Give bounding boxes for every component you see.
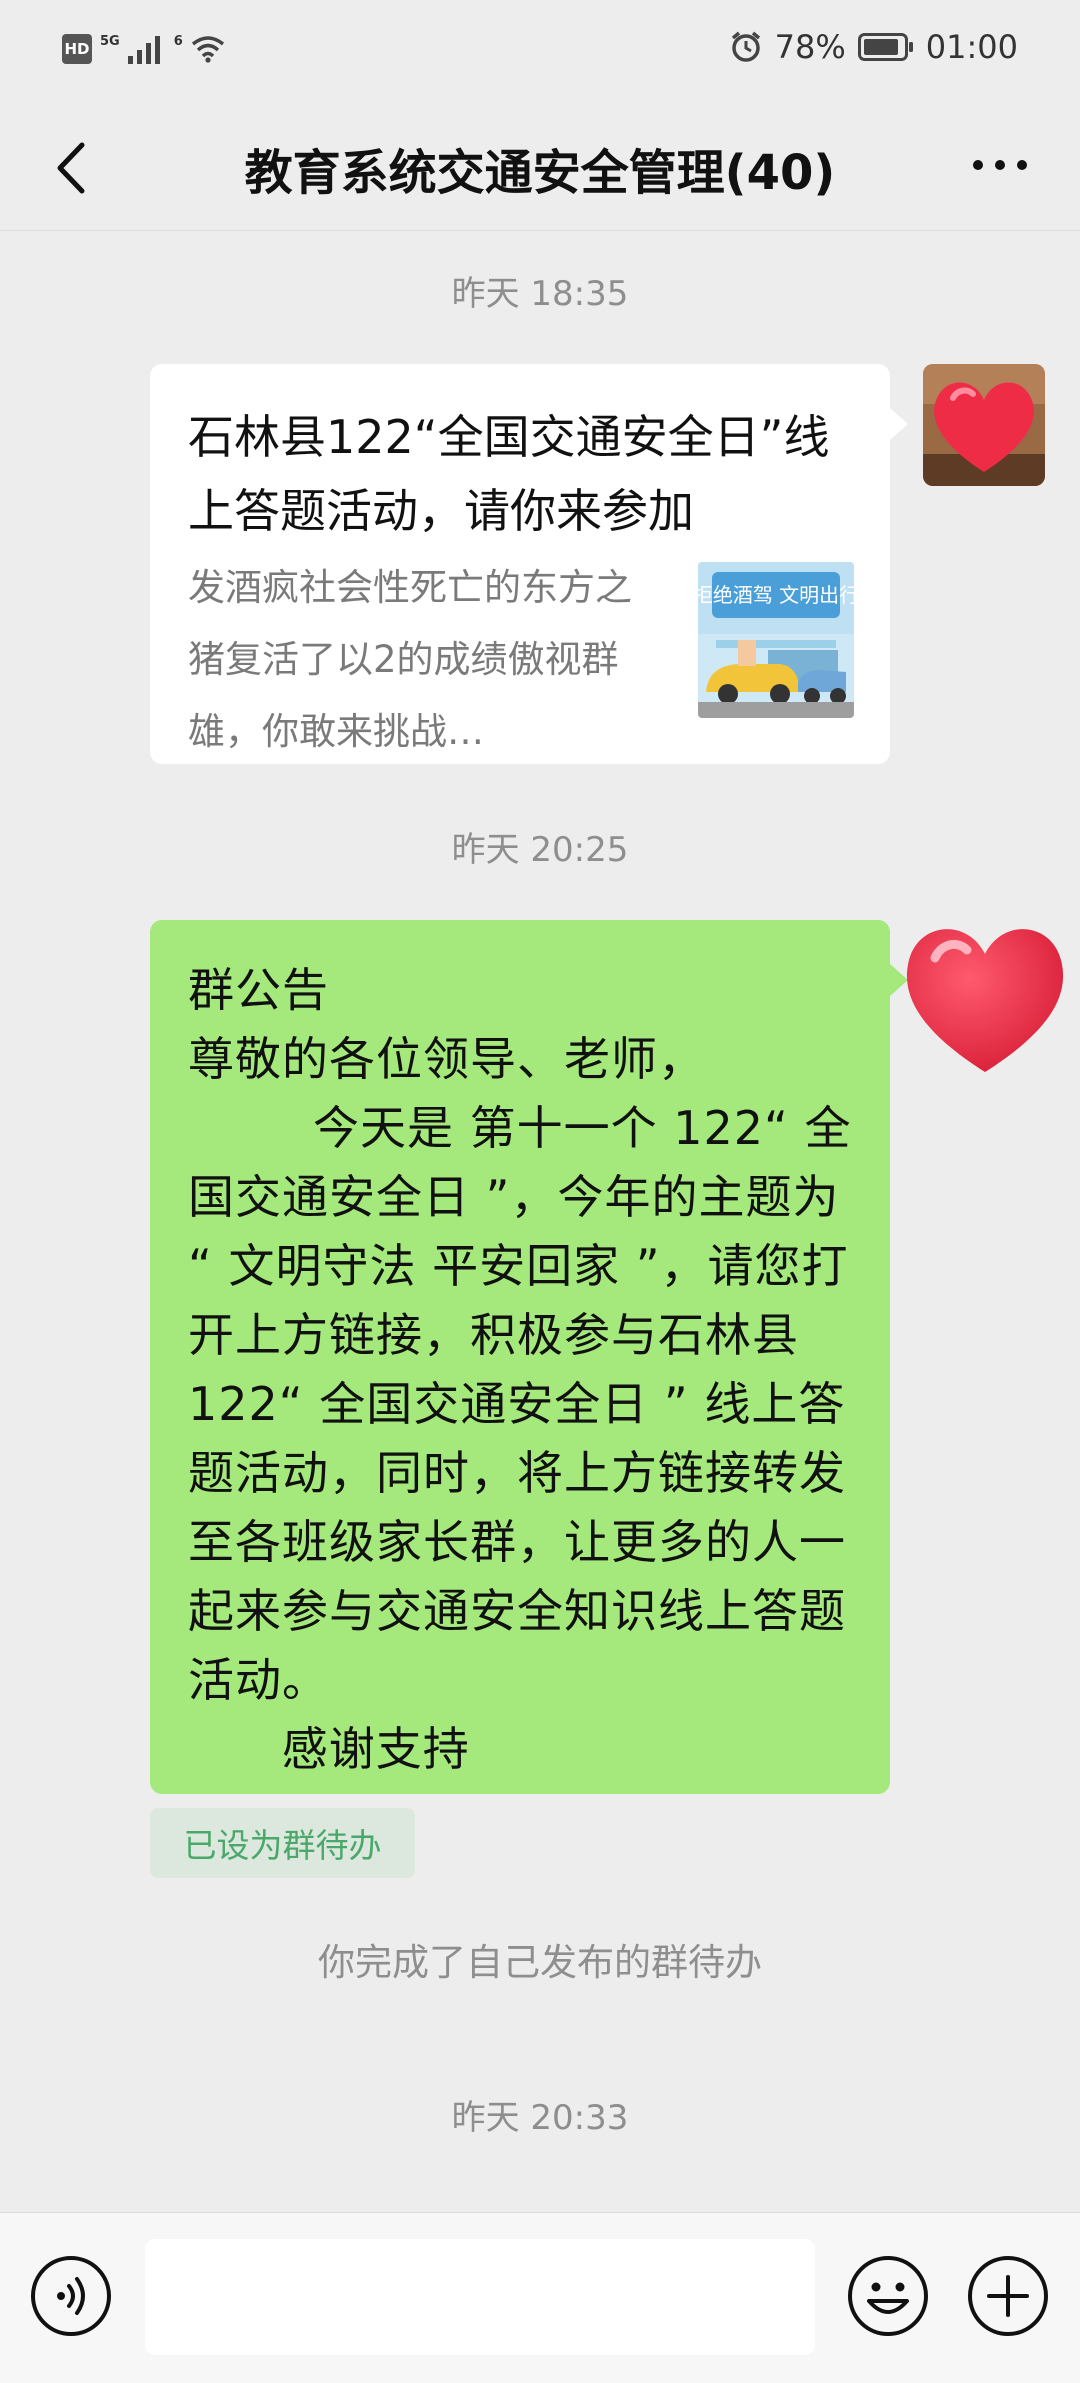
timestamp: 昨天 18:35 [451,274,629,314]
battery-percent: 78% [774,28,846,66]
wifi-icon [191,36,224,63]
message-input[interactable] [145,2239,815,2355]
chat-input-bar [0,2212,1080,2383]
status-right: 78% 01:00 [729,28,1018,66]
status-time: 01:00 [925,28,1018,66]
more-options-icon[interactable] [960,135,1040,195]
wifi-standard-label: 6 [173,33,183,49]
battery-icon [857,33,913,61]
group-notice-bubble[interactable]: 群公告 尊敬的各位领导、老师， 今天是 第十一个 122“ 全国交通安全日 ”，… [150,920,908,1794]
sender-avatar[interactable] [923,364,1045,486]
timestamp: 昨天 20:33 [451,2098,629,2138]
system-message: 你完成了自己发布的群待办 [318,1941,762,1984]
signal-icon [127,36,160,64]
hd-badge: HD [62,34,92,64]
link-card-thumbnail: 拒绝酒驾 文明出行 [698,562,854,718]
link-card-title: 石林县122“全国交通安全日”线上答题活动，请你来参加 [188,410,830,538]
chat-header: 教育系统交通安全管理(40) [0,105,1080,231]
group-todo-chip[interactable]: 已设为群待办 [150,1808,415,1878]
emoji-icon[interactable] [845,2253,931,2339]
link-card-description: 发酒疯社会性死亡的东方之猪复活了以2的成绩傲视群雄，你敢来挑战… [188,566,632,753]
heart-avatar-icon [923,364,1045,486]
thumbnail-caption: 拒绝酒驾 文明出行 [698,583,854,607]
plus-icon[interactable] [965,2253,1051,2339]
shared-link-card[interactable]: 石林县122“全国交通安全日”线上答题活动，请你来参加 发酒疯社会性死亡的东方之… [150,364,908,764]
status-bar: HD 5G 6 78% 01:00 [0,0,1080,105]
timestamp: 昨天 20:25 [451,830,629,870]
alarm-icon [731,31,760,62]
group-notice-text: 群公告 尊敬的各位领导、老师， 今天是 第十一个 122“ 全国交通安全日 ”，… [188,963,852,1776]
network-type-label: 5G [100,33,120,49]
chat-title: 教育系统交通安全管理(40) [244,145,836,201]
heart-avatar-icon[interactable] [895,908,1075,1078]
voice-input-icon[interactable] [28,2253,114,2339]
status-left: HD 5G 6 [62,34,225,64]
